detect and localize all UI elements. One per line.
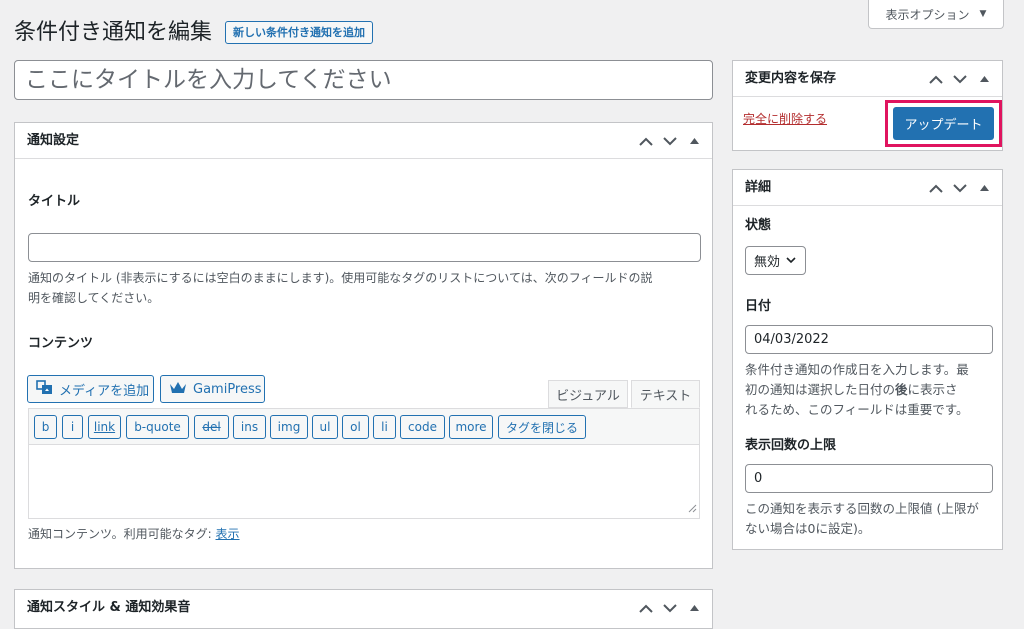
chevron-down-icon[interactable] xyxy=(952,71,968,87)
postbox-header: 通知スタイル & 通知効果音 xyxy=(15,590,712,626)
content-desc-text: 通知コンテンツ。利用可能なタグ: xyxy=(28,527,212,541)
display-limit-label: 表示回数の上限 xyxy=(745,438,837,453)
chevron-up-icon[interactable] xyxy=(638,133,654,149)
quicktag-more-button[interactable]: more xyxy=(449,415,493,439)
chevron-down-icon[interactable] xyxy=(662,600,678,616)
limit-desc-line: ない場合は0に設定)。 xyxy=(745,521,871,536)
quicktag-ol-button[interactable]: ol xyxy=(342,415,369,439)
quicktag-ul-button[interactable]: ul xyxy=(312,415,338,439)
status-select[interactable]: 無効 xyxy=(745,246,806,275)
triangle-up-icon[interactable] xyxy=(976,71,992,87)
add-media-icon xyxy=(36,379,53,399)
postbox-title: 通知スタイル & 通知効果音 xyxy=(27,600,191,615)
gamipress-button[interactable]: GamiPress xyxy=(160,375,265,403)
status-label: 状態 xyxy=(745,218,772,233)
quicktag-code-button[interactable]: code xyxy=(400,415,445,439)
title-field-description: 通知のタイトル (非表示にするには空白のままにします)。使用可能なタグのリストに… xyxy=(28,268,708,308)
date-desc-emphasis: 後 xyxy=(895,382,908,397)
tab-text[interactable]: テキスト xyxy=(631,380,700,408)
screen-options-button[interactable]: 表示オプション ▼ xyxy=(868,0,1004,29)
quicktag-bquote-button[interactable]: b-quote xyxy=(126,415,189,439)
postbox-title: 詳細 xyxy=(745,180,772,195)
date-desc-line: 初の通知は選択した日付の後に表示さ xyxy=(745,380,1000,400)
gamipress-label: GamiPress xyxy=(193,381,262,397)
delete-permanently-link[interactable]: 完全に削除する xyxy=(743,110,827,127)
postbox-header: 詳細 xyxy=(733,170,1002,206)
caret-down-icon: ▼ xyxy=(979,9,987,19)
tab-visual[interactable]: ビジュアル xyxy=(548,380,628,408)
title-desc-line: 明を確認してください。 xyxy=(28,291,160,305)
content-textarea[interactable] xyxy=(28,444,700,519)
quicktag-del-button[interactable]: del xyxy=(194,415,229,439)
triangle-up-icon[interactable] xyxy=(686,133,702,149)
quicktag-link-button[interactable]: link xyxy=(88,415,121,439)
quicktag-li-button[interactable]: li xyxy=(373,415,396,439)
page-title: 条件付き通知を編集 xyxy=(14,20,213,45)
date-label: 日付 xyxy=(745,299,772,314)
quicktag-ins-button[interactable]: ins xyxy=(233,415,266,439)
display-limit-input[interactable]: 0 xyxy=(745,464,993,493)
quicktags-toolbar: b i link b-quote del ins img ul ol li co… xyxy=(28,408,700,444)
post-title-placeholder: ここにタイトルを入力してください xyxy=(25,67,392,93)
post-title-input[interactable]: ここにタイトルを入力してください xyxy=(14,60,713,100)
quicktag-italic-button[interactable]: i xyxy=(62,415,83,439)
limit-desc-line: この通知を表示する回数の上限値 (上限が xyxy=(745,501,979,516)
show-tags-link[interactable]: 表示 xyxy=(216,527,240,541)
status-selected-value: 無効 xyxy=(754,255,781,270)
content-field-label: コンテンツ xyxy=(28,336,94,351)
quicktag-bold-button[interactable]: b xyxy=(34,415,57,439)
content-field-description: 通知コンテンツ。利用可能なタグ: 表示 xyxy=(28,524,240,544)
add-media-label: メディアを追加 xyxy=(59,383,150,399)
date-description: 条件付き通知の作成日を入力します。最 初の通知は選択した日付の後に表示さ れるた… xyxy=(745,360,1000,420)
triangle-up-icon[interactable] xyxy=(686,600,702,616)
display-limit-value: 0 xyxy=(754,471,763,486)
update-button[interactable]: アップデート xyxy=(893,107,994,140)
chevron-up-icon[interactable] xyxy=(928,180,944,196)
crown-icon xyxy=(169,381,187,398)
quicktag-img-button[interactable]: img xyxy=(270,415,308,439)
chevron-down-icon[interactable] xyxy=(952,180,968,196)
date-input[interactable]: 04/03/2022 xyxy=(745,325,993,354)
chevron-down-icon xyxy=(786,253,796,268)
date-desc-line: れるため、このフィールドは重要です。 xyxy=(745,402,969,417)
display-limit-description: この通知を表示する回数の上限値 (上限が ない場合は0に設定)。 xyxy=(745,499,1000,539)
quicktag-close-tags-button[interactable]: タグを閉じる xyxy=(498,415,586,439)
chevron-up-icon[interactable] xyxy=(638,600,654,616)
style-sound-box: 通知スタイル & 通知効果音 xyxy=(14,589,713,629)
notification-title-input[interactable] xyxy=(28,233,701,262)
postbox-title: 変更内容を保存 xyxy=(745,71,837,86)
title-desc-line: 通知のタイトル (非表示にするには空白のままにします)。使用可能なタグのリストに… xyxy=(28,271,653,285)
postbox-header: 変更内容を保存 xyxy=(733,61,1002,97)
postbox-header: 通知設定 xyxy=(15,123,712,159)
date-desc-text: 初の通知は選択した日付の xyxy=(745,382,896,397)
notification-title-value xyxy=(29,240,45,255)
chevron-down-icon[interactable] xyxy=(662,133,678,149)
title-field-label: タイトル xyxy=(28,194,81,209)
screen-options-label: 表示オプション xyxy=(885,7,970,22)
chevron-up-icon[interactable] xyxy=(928,71,944,87)
add-new-button[interactable]: 新しい条件付き通知を追加 xyxy=(225,21,373,44)
postbox-title: 通知設定 xyxy=(27,133,80,148)
date-desc-text: に表示さ xyxy=(907,382,958,397)
date-desc-line: 条件付き通知の作成日を入力します。最 xyxy=(745,362,969,377)
triangle-up-icon[interactable] xyxy=(976,180,992,196)
date-value: 04/03/2022 xyxy=(754,332,829,347)
add-media-button[interactable]: メディアを追加 xyxy=(27,375,154,403)
resize-handle-icon[interactable] xyxy=(688,498,697,517)
